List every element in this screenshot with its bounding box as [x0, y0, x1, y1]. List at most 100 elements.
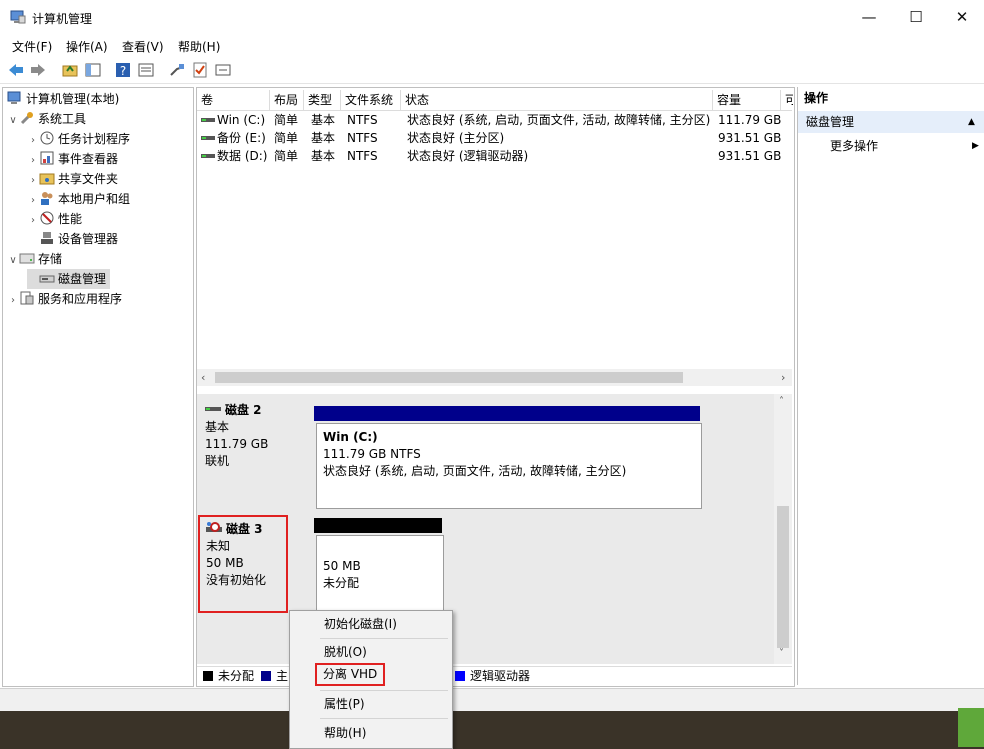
- actions-more[interactable]: 更多操作 ▶: [798, 135, 984, 157]
- menu-file[interactable]: 文件(F): [12, 38, 52, 55]
- help-icon[interactable]: ?: [114, 61, 132, 79]
- menu-help[interactable]: 帮助(H): [178, 38, 220, 55]
- disk-state: 联机: [205, 454, 230, 468]
- tree-label: 系统工具: [38, 112, 87, 126]
- scroll-left-icon[interactable]: ‹: [201, 369, 205, 386]
- properties-icon[interactable]: [137, 61, 155, 79]
- computer-management-icon: [10, 10, 26, 24]
- actions-section-disk-management[interactable]: 磁盘管理 ▲: [798, 111, 984, 133]
- disk-name: 磁盘 3: [226, 522, 263, 536]
- checklist-icon[interactable]: [191, 61, 209, 79]
- disk-graphical-view: 磁盘 2 基本 111.79 GB 联机 Win (C:) 111.79 GB …: [197, 394, 792, 664]
- shared-folder-icon: [39, 173, 55, 185]
- tree-label: 服务和应用程序: [38, 292, 123, 306]
- menu-item-help[interactable]: 帮助(H): [324, 723, 366, 743]
- tree-item-disk-management[interactable]: 磁盘管理: [27, 269, 111, 289]
- submenu-arrow-icon: ▶: [972, 141, 979, 151]
- col-header-free[interactable]: 可: [781, 90, 793, 110]
- back-arrow-icon[interactable]: [7, 61, 25, 79]
- desktop-app-icon[interactable]: [958, 708, 984, 747]
- uninitialized-disk-icon: [206, 522, 222, 532]
- chevron-down-icon[interactable]: ∨: [7, 111, 19, 131]
- view-icon[interactable]: [214, 61, 232, 79]
- menu-action[interactable]: 操作(A): [66, 38, 108, 55]
- chevron-right-icon[interactable]: ›: [27, 151, 39, 171]
- table-row[interactable]: 数据 (D:) 简单 基本 NTFS 状态良好 (逻辑驱动器) 931.51 G…: [197, 147, 792, 165]
- cell-layout: 简单: [274, 113, 299, 127]
- legend-swatch-primary: [261, 671, 271, 681]
- users-icon: [41, 192, 53, 205]
- scroll-right-icon[interactable]: ›: [781, 369, 785, 386]
- tree-item-system-tools[interactable]: ∨ 系统工具: [7, 109, 86, 129]
- actions-header: 操作: [798, 87, 984, 109]
- disk-2-info[interactable]: 磁盘 2 基本 111.79 GB 联机: [205, 402, 305, 492]
- partition-size: 50 MB: [323, 559, 361, 573]
- cell-filesystem: NTFS: [347, 149, 378, 163]
- up-folder-icon[interactable]: [61, 61, 79, 79]
- cell-type: 基本: [311, 149, 336, 163]
- horizontal-scrollbar[interactable]: ‹ ›: [197, 369, 792, 386]
- partition-unallocated[interactable]: 50 MB 未分配: [316, 535, 444, 621]
- scrollbar-thumb[interactable]: [215, 372, 683, 383]
- storage-icon: [19, 253, 35, 264]
- disk-size: 50 MB: [206, 556, 244, 570]
- chevron-right-icon[interactable]: ›: [27, 131, 39, 151]
- volume-drive-icon: [201, 154, 215, 158]
- tree-item-shared-folders[interactable]: › 共享文件夹: [27, 169, 118, 189]
- table-row[interactable]: Win (C:) 简单 基本 NTFS 状态良好 (系统, 启动, 页面文件, …: [197, 111, 792, 129]
- tree-label: 任务计划程序: [58, 132, 131, 146]
- tree-item-task-scheduler[interactable]: › 任务计划程序: [27, 129, 130, 149]
- minimize-button[interactable]: —: [846, 0, 892, 35]
- show-hide-tree-icon[interactable]: [84, 61, 102, 79]
- status-bar: [0, 688, 984, 711]
- maximize-button[interactable]: ☐: [893, 0, 939, 35]
- tree-label: 事件查看器: [58, 152, 119, 166]
- actions-more-label: 更多操作: [830, 139, 879, 153]
- tree-item-device-manager[interactable]: 设备管理器: [27, 229, 118, 249]
- col-header-type[interactable]: 类型: [304, 90, 341, 110]
- chevron-right-icon[interactable]: ›: [7, 291, 19, 311]
- menu-item-detach-vhd[interactable]: 分离 VHD: [315, 663, 386, 686]
- unallocated-bar: [314, 518, 442, 533]
- menu-item-offline[interactable]: 脱机(O): [324, 642, 367, 662]
- vertical-scrollbar[interactable]: ˄ ˅: [774, 394, 792, 664]
- cell-status: 状态良好 (主分区): [407, 131, 505, 145]
- legend-swatch-unallocated: [203, 671, 213, 681]
- tree-item-local-users[interactable]: › 本地用户和组: [27, 189, 130, 209]
- partition-win-c[interactable]: Win (C:) 111.79 GB NTFS 状态良好 (系统, 启动, 页面…: [316, 423, 702, 509]
- col-header-layout[interactable]: 布局: [270, 90, 304, 110]
- menu-separator: [320, 690, 448, 691]
- tree-item-services[interactable]: › 服务和应用程序: [7, 289, 122, 309]
- close-button[interactable]: ✕: [939, 0, 984, 35]
- chevron-down-icon[interactable]: ∨: [7, 251, 19, 271]
- table-row[interactable]: 备份 (E:) 简单 基本 NTFS 状态良好 (主分区) 931.51 GB: [197, 129, 792, 147]
- tree-item-root[interactable]: 计算机管理(本地): [7, 89, 119, 109]
- cell-capacity: 931.51 GB: [718, 149, 782, 163]
- tree-item-storage[interactable]: ∨ 存储: [7, 249, 62, 269]
- cell-volume: 备份 (E:): [217, 131, 266, 145]
- partition-status: 未分配: [323, 576, 360, 590]
- menu-view[interactable]: 查看(V): [122, 38, 164, 55]
- connect-icon[interactable]: [168, 61, 186, 79]
- collapse-up-icon[interactable]: ▲: [968, 111, 975, 133]
- col-header-status[interactable]: 状态: [401, 90, 713, 110]
- cell-capacity: 931.51 GB: [718, 131, 782, 145]
- tree-label: 设备管理器: [58, 232, 119, 246]
- tree-label: 性能: [58, 212, 83, 226]
- scrollbar-thumb[interactable]: [777, 506, 789, 648]
- disk-3-info[interactable]: 磁盘 3 未知 50 MB 没有初始化: [198, 515, 288, 613]
- scroll-down-icon[interactable]: ˅: [779, 648, 784, 659]
- col-header-volume[interactable]: 卷: [197, 90, 270, 110]
- scroll-up-icon[interactable]: ˄: [779, 396, 784, 407]
- tree-item-event-viewer[interactable]: › 事件查看器: [27, 149, 118, 169]
- menu-item-properties[interactable]: 属性(P): [324, 694, 365, 714]
- chevron-right-icon[interactable]: ›: [27, 191, 39, 211]
- tree-item-performance[interactable]: › 性能: [27, 209, 82, 229]
- col-header-filesystem[interactable]: 文件系统: [341, 90, 401, 110]
- forward-arrow-icon[interactable]: [29, 61, 47, 79]
- col-header-capacity[interactable]: 容量: [713, 90, 781, 110]
- chevron-right-icon[interactable]: ›: [27, 171, 39, 191]
- menu-item-initialize-disk[interactable]: 初始化磁盘(I): [324, 614, 397, 634]
- chevron-right-icon[interactable]: ›: [27, 211, 39, 231]
- disk-icon: [205, 407, 221, 411]
